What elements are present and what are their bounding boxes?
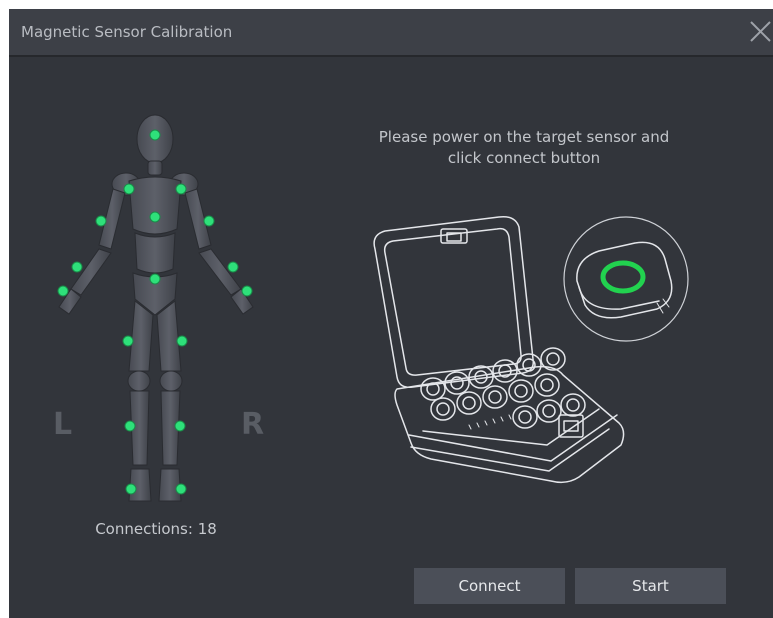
- title-bar: Magnetic Sensor Calibration: [9, 9, 773, 57]
- mannequin-icon: [57, 114, 254, 502]
- instruction-line-1: Please power on the target sensor and: [378, 128, 670, 146]
- left-side-label: L: [53, 407, 73, 442]
- close-icon: [750, 21, 771, 42]
- connections-count: Connections: 18: [95, 520, 217, 538]
- instruction-text: Please power on the target sensor and cl…: [334, 127, 714, 169]
- calibration-dialog: Magnetic Sensor Calibration L R Connecti…: [9, 9, 773, 618]
- sensor-device-icon: [563, 216, 689, 342]
- sensor-illustration: [359, 209, 699, 499]
- sensor-case-icon: [373, 215, 625, 484]
- close-button[interactable]: [747, 19, 773, 45]
- right-side-label: R: [241, 407, 265, 442]
- connect-button[interactable]: Connect: [414, 568, 565, 604]
- window-title: Magnetic Sensor Calibration: [21, 23, 233, 41]
- start-button[interactable]: Start: [575, 568, 726, 604]
- body-figure: [37, 109, 277, 509]
- instruction-line-2: click connect button: [447, 149, 601, 167]
